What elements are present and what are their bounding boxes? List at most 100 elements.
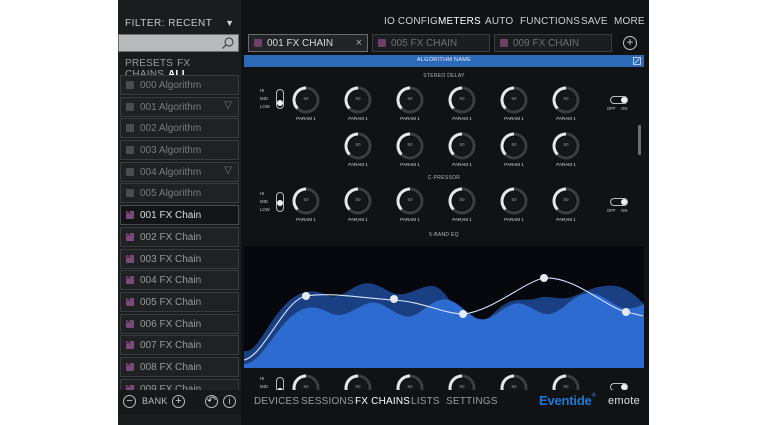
- preset-item[interactable]: 005 FX Chain: [120, 291, 239, 312]
- range-switch[interactable]: HI MID LOW: [260, 191, 292, 213]
- toggle-track[interactable]: [610, 198, 628, 206]
- param-knob[interactable]: 50 PARAM 1: [551, 85, 581, 121]
- toggle-track[interactable]: [610, 96, 628, 104]
- chain-tab-001[interactable]: 001 FX CHAIN ×: [248, 34, 368, 52]
- param-knob[interactable]: 50 PARAM 1: [395, 186, 425, 222]
- menu-io-config[interactable]: IO CONFIG: [384, 16, 438, 27]
- preset-item[interactable]: 003 FX Chain: [120, 248, 239, 269]
- dropdown-arrow-icon[interactable]: ▼: [225, 18, 234, 28]
- fx-chain-icon[interactable]: [126, 272, 134, 285]
- eq-graph[interactable]: [243, 246, 645, 368]
- param-knob[interactable]: 50 PARAM 1: [395, 85, 425, 121]
- on-off-toggle[interactable]: OFF ON: [607, 198, 635, 216]
- fx-chain-icon[interactable]: [126, 207, 134, 220]
- preset-item[interactable]: 006 FX Chain: [120, 313, 239, 334]
- range-handle[interactable]: [277, 200, 283, 206]
- knob-caption: PARAM 1: [348, 162, 368, 167]
- algorithm-icon[interactable]: [126, 124, 134, 133]
- eq-node[interactable]: [390, 295, 398, 303]
- fx-chain-icon[interactable]: [126, 251, 134, 263]
- preset-item[interactable]: 004 FX Chain: [120, 270, 239, 291]
- preset-item[interactable]: 002 FX Chain: [120, 226, 239, 247]
- preset-item[interactable]: 001 Algorithm ▽: [120, 96, 239, 117]
- range-track[interactable]: [276, 192, 284, 212]
- range-switch[interactable]: HI MID LOW: [260, 88, 292, 110]
- add-chain-button[interactable]: +: [623, 36, 637, 50]
- param-knob[interactable]: 50 PARAM 1: [551, 131, 581, 167]
- preset-item[interactable]: 000 Algorithm: [120, 75, 239, 95]
- nav-fx-chains[interactable]: FX CHAINS: [355, 396, 410, 407]
- bank-minus-button[interactable]: −: [123, 395, 136, 408]
- nav-settings[interactable]: SETTINGS: [446, 396, 498, 407]
- fx-chain-icon[interactable]: [126, 316, 134, 328]
- bank-plus-button[interactable]: +: [172, 395, 185, 408]
- algorithm-icon[interactable]: [126, 146, 134, 155]
- algorithm-icon[interactable]: [126, 102, 134, 111]
- eq-node[interactable]: [459, 310, 467, 318]
- close-icon[interactable]: ×: [356, 37, 362, 49]
- eq-node[interactable]: [622, 308, 630, 316]
- param-knob[interactable]: 50 PARAM 1: [447, 131, 477, 167]
- param-knob[interactable]: 50 PARAM 1: [447, 186, 477, 222]
- search-icon[interactable]: [221, 36, 235, 50]
- param-knob[interactable]: 50 PARAM 1: [499, 131, 529, 167]
- preset-item[interactable]: 007 FX Chain: [120, 335, 239, 356]
- undo-button[interactable]: ↶: [205, 395, 218, 408]
- preset-item[interactable]: 001 FX Chain: [120, 205, 239, 226]
- fx-chain-icon[interactable]: [126, 294, 134, 306]
- preset-item[interactable]: 003 Algorithm: [120, 140, 239, 161]
- algorithm-icon[interactable]: [126, 167, 134, 176]
- menu-meters[interactable]: METERS: [438, 16, 481, 27]
- toggle-handle[interactable]: [621, 199, 627, 205]
- expand-triangle-icon[interactable]: ▽: [224, 165, 232, 176]
- algorithm-header[interactable]: ALGORITHM NAME: [244, 55, 644, 67]
- fx-chain-icon[interactable]: [126, 359, 134, 371]
- range-handle[interactable]: [277, 100, 283, 106]
- knob-value: 50: [355, 384, 361, 389]
- knob-value: 50: [511, 197, 517, 202]
- preset-item[interactable]: 008 FX Chain: [120, 356, 239, 377]
- algorithm-icon[interactable]: [126, 81, 134, 89]
- param-knob[interactable]: 50 PARAM 1: [291, 186, 321, 222]
- nav-sessions[interactable]: SESSIONS: [301, 396, 354, 407]
- toggle-handle[interactable]: [621, 97, 627, 103]
- expand-icon[interactable]: [633, 57, 641, 65]
- chain-tab-005[interactable]: 005 FX CHAIN: [372, 34, 490, 52]
- preset-sidebar: FILTER: RECENT ▼ PRESETSFX CHAINSALL 000…: [118, 0, 241, 425]
- eq-node[interactable]: [302, 292, 310, 300]
- param-knob[interactable]: 50 PARAM 1: [499, 85, 529, 121]
- eq-node[interactable]: [540, 274, 548, 282]
- menu-more[interactable]: MORE: [614, 16, 645, 27]
- chain-tab-009[interactable]: 009 FX CHAIN: [494, 34, 612, 52]
- menu-save[interactable]: SAVE: [581, 16, 608, 27]
- menu-functions[interactable]: FUNCTIONS: [520, 16, 580, 27]
- expand-triangle-icon[interactable]: ▽: [224, 100, 232, 111]
- nav-lists[interactable]: LISTS: [411, 396, 440, 407]
- preset-item[interactable]: 005 Algorithm: [120, 183, 239, 204]
- preset-item[interactable]: 004 Algorithm ▽: [120, 161, 239, 182]
- preset-label: 001 Algorithm: [140, 101, 202, 113]
- param-knob[interactable]: 50 PARAM 1: [395, 131, 425, 167]
- knob-value: 50: [459, 142, 465, 147]
- tab-presets[interactable]: PRESETS: [125, 58, 173, 69]
- range-track[interactable]: [276, 89, 284, 109]
- param-knob[interactable]: 50 PARAM 1: [343, 85, 373, 121]
- filter-dropdown[interactable]: FILTER: RECENT ▼: [118, 13, 241, 33]
- menu-auto[interactable]: AUTO: [485, 16, 513, 27]
- param-knob[interactable]: 50 PARAM 1: [343, 131, 373, 167]
- panel-scrollbar[interactable]: [638, 125, 641, 155]
- param-knob[interactable]: 50 PARAM 1: [551, 186, 581, 222]
- fx-chain-icon[interactable]: [126, 337, 134, 350]
- on-off-toggle[interactable]: OFF ON: [607, 96, 635, 114]
- param-knob[interactable]: 50 PARAM 1: [499, 186, 529, 222]
- algorithm-icon[interactable]: [126, 189, 134, 198]
- info-button[interactable]: i: [223, 395, 236, 408]
- preset-item[interactable]: 002 Algorithm: [120, 118, 239, 139]
- search-input[interactable]: [118, 34, 239, 52]
- param-knob[interactable]: 50 PARAM 1: [447, 85, 477, 121]
- range-label: MID: [260, 96, 268, 101]
- param-knob[interactable]: 50 PARAM 1: [343, 186, 373, 222]
- nav-devices[interactable]: DEVICES: [254, 396, 299, 407]
- fx-chain-icon[interactable]: [126, 229, 134, 241]
- param-knob[interactable]: 50 PARAM 1: [291, 85, 321, 121]
